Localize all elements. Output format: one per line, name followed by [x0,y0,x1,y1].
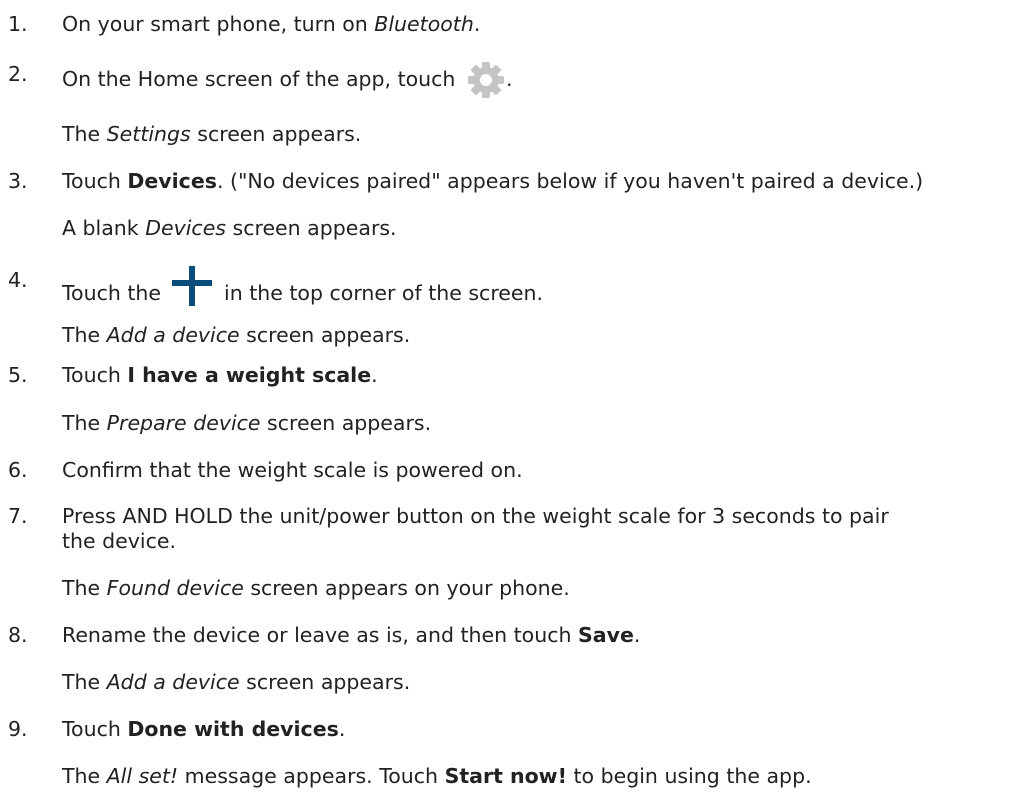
screen-name: All set! [106,764,179,788]
step-text: Confirm that the weight scale is powered… [62,458,523,482]
screen-name: Found device [106,576,244,600]
screen-name: Devices [145,216,226,240]
screen-name: Prepare device [106,411,261,435]
step-text: Rename the device or leave as is, and th… [62,623,641,647]
step-number: 5. [8,363,28,387]
screen-name: Add a device [106,323,240,347]
ui-label: Devices [127,169,217,193]
step-number: 7. [8,504,28,528]
step-number: 9. [8,717,28,741]
ui-label: I have a weight scale [127,363,372,387]
step-text: On the Home screen of the app, touch . [62,60,512,100]
emphasis: Bluetooth [374,12,474,36]
step-3-result: A blank Devices screen appears. [62,216,397,240]
step-number: 6. [8,458,28,482]
step-text: Touch Done with devices. [62,717,346,741]
gear-icon [466,60,506,100]
screen-name: Add a device [106,670,240,694]
step-8-result: The Add a device screen appears. [62,670,411,694]
step-text: On your smart phone, turn on Bluetooth. [62,12,481,36]
step-number: 2. [8,62,28,86]
step-text: Touch Devices. ("No devices paired" appe… [62,169,924,193]
step-text: Press AND HOLD the unit/power button on … [62,504,889,528]
step-5-result: The Prepare device screen appears. [62,411,432,435]
ui-label: Start now! [444,764,567,788]
step-number: 4. [8,268,28,292]
step-text: Touch the in the top corner of the scree… [62,266,543,307]
step-7-result: The Found device screen appears on your … [62,576,570,600]
step-number: 3. [8,169,28,193]
screen-name: Settings [106,122,191,146]
step-7-continuation: the device. [62,529,177,553]
step-text: Touch I have a weight scale. [62,363,378,387]
step-number: 1. [8,12,28,36]
step-2-result: The Settings screen appears. [62,122,362,146]
step-number: 8. [8,623,28,647]
plus-icon [171,266,212,306]
ui-label: Save [577,623,634,647]
ui-label: Done with devices [127,717,339,741]
step-9-result: The All set! message appears. Touch Star… [62,764,812,788]
step-4-result: The Add a device screen appears. [62,323,411,347]
